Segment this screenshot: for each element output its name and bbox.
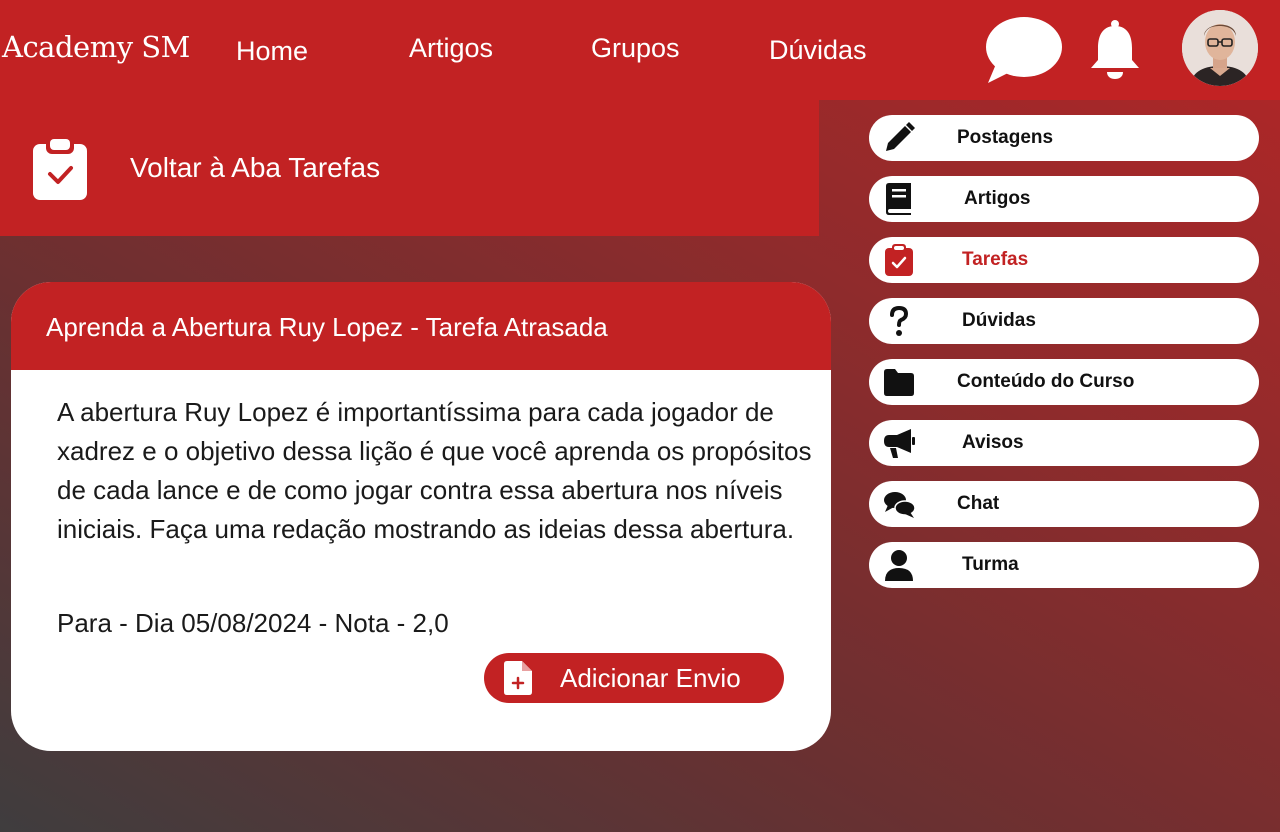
task-title: Aprenda a Abertura Ruy Lopez - Tarefa At… bbox=[46, 312, 608, 342]
clipboard-check-icon bbox=[883, 244, 915, 276]
menu-item-postagens[interactable]: Postagens bbox=[869, 115, 1259, 161]
menu-item-duvidas[interactable]: Dúvidas bbox=[869, 298, 1259, 344]
clipboard-check-icon bbox=[33, 136, 87, 205]
bell-icon[interactable] bbox=[1088, 20, 1142, 85]
task-description: A abertura Ruy Lopez é importantíssima p… bbox=[57, 397, 812, 544]
pencil-icon bbox=[883, 122, 915, 154]
add-submission-label: Adicionar Envio bbox=[560, 663, 741, 693]
task-card-header: Aprenda a Abertura Ruy Lopez - Tarefa At… bbox=[11, 282, 831, 370]
user-avatar[interactable] bbox=[1182, 10, 1258, 86]
nav-duvidas[interactable]: Dúvidas bbox=[769, 35, 867, 66]
add-submission-button[interactable]: Adicionar Envio bbox=[484, 653, 784, 703]
brand-logo[interactable]: Academy SM bbox=[2, 30, 190, 64]
nav-grupos[interactable]: Grupos bbox=[591, 33, 680, 64]
menu-item-avisos[interactable]: Avisos bbox=[869, 420, 1259, 466]
task-card: Aprenda a Abertura Ruy Lopez - Tarefa At… bbox=[11, 282, 831, 751]
menu-label-duvidas: Dúvidas bbox=[962, 310, 1036, 331]
task-due-info: Para - Dia 05/08/2024 - Nota - 2,0 bbox=[57, 608, 449, 638]
menu-item-chat[interactable]: Chat bbox=[869, 481, 1259, 527]
menu-item-turma[interactable]: Turma bbox=[869, 542, 1259, 588]
menu-item-artigos[interactable]: Artigos bbox=[869, 176, 1259, 222]
menu-label-artigos: Artigos bbox=[964, 188, 1031, 209]
folder-icon bbox=[883, 366, 915, 398]
menu-label-avisos: Avisos bbox=[962, 432, 1024, 453]
back-to-tasks-label: Voltar à Aba Tarefas bbox=[130, 152, 381, 183]
menu-item-tarefas[interactable]: Tarefas bbox=[869, 237, 1259, 283]
chat-bubble-icon[interactable] bbox=[984, 16, 1064, 91]
question-icon bbox=[883, 305, 915, 337]
megaphone-icon bbox=[883, 427, 915, 459]
nav-artigos[interactable]: Artigos bbox=[409, 33, 493, 64]
menu-label-tarefas: Tarefas bbox=[962, 249, 1029, 270]
nav-home[interactable]: Home bbox=[236, 36, 308, 67]
menu-label-conteudo-do-curso: Conteúdo do Curso bbox=[957, 371, 1135, 392]
menu-label-postagens: Postagens bbox=[957, 127, 1054, 148]
back-to-tasks-banner[interactable]: Voltar à Aba Tarefas bbox=[0, 100, 819, 236]
menu-label-chat: Chat bbox=[957, 493, 1000, 514]
comments-icon bbox=[883, 488, 916, 520]
top-header: Academy SM Home Artigos Grupos Dúvidas bbox=[0, 0, 1280, 100]
book-icon bbox=[883, 183, 915, 215]
user-icon bbox=[883, 549, 915, 581]
file-plus-icon bbox=[504, 661, 532, 700]
menu-item-conteudo-do-curso[interactable]: Conteúdo do Curso bbox=[869, 359, 1259, 405]
menu-label-turma: Turma bbox=[962, 554, 1019, 575]
